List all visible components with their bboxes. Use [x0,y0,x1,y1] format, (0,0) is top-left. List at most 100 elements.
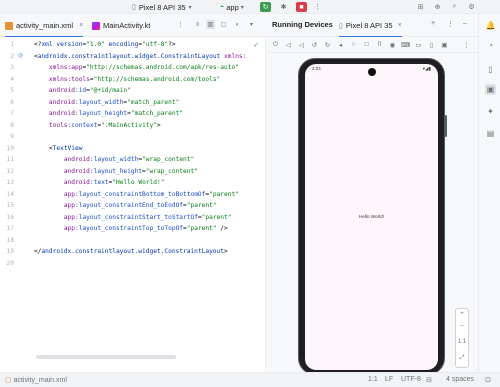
line-number: 6 [10,98,14,106]
inspection-ok-icon: ✓ [253,42,259,49]
code-line: android:id="@+id/main" [48,87,131,94]
horizontal-scrollbar[interactable] [36,355,176,359]
zoom-actual-size[interactable]: 1:1 [456,339,468,345]
file-encoding[interactable]: UTF-8 [401,376,421,383]
indent-settings[interactable]: 4 spaces [446,376,474,383]
record-icon[interactable]: ◉ [388,40,397,49]
lock-icon[interactable]: ⊡ [485,376,491,384]
home-icon[interactable]: ○ [349,40,358,49]
phone-icon: ▯ [132,4,136,11]
phone-side-button[interactable] [445,115,447,137]
indent-settings-icon[interactable]: ⊟ [426,376,432,384]
code-line: </androidx.constraintlayout.widget.Const… [34,248,228,255]
zoom-in-icon[interactable]: + [456,311,468,317]
search-icon[interactable]: ⌕ [449,2,460,12]
run-config-label: app [226,2,239,12]
line-number: 9 [10,133,14,140]
gemini-icon[interactable]: ✦ [485,106,496,117]
chevron-down-icon[interactable]: ▾ [247,20,256,29]
line-number: 3 [10,64,14,71]
profiler-icon[interactable]: ⊞ [415,2,426,12]
chevron-down-icon: ▾ [188,4,192,11]
volume-up-icon[interactable]: ◁ [284,40,293,49]
debug-button[interactable]: ✱ [278,2,289,12]
device-manager-icon[interactable]: ▯ [485,64,496,75]
settings-icon[interactable]: ⚙ [466,2,477,12]
run-config-selector[interactable]: ◓ app ▾ [220,1,244,13]
zoom-out-icon[interactable]: – [456,323,468,329]
split-view-icon[interactable]: ▥ [206,20,215,29]
kotlin-file-icon [92,21,100,30]
layout-inspector-icon[interactable]: ▣ [440,40,449,49]
tab-label: activity_main.xml [16,21,74,30]
power-icon[interactable]: ⏻ [271,40,280,49]
add-device-icon[interactable]: + [431,20,435,27]
tab-activity-main-xml[interactable]: activity_main.xml × [5,14,84,38]
code-line: <TextView [48,144,83,152]
keyboard-icon[interactable]: ⌨ [401,40,410,49]
emulator-screen[interactable]: 2:24 ▾◢▮ Hello World! [305,64,438,370]
code-line: app:layout_constraintEnd_toEndOf="parent… [63,202,217,209]
rotate-left-icon[interactable]: ↺ [310,40,319,49]
line-number: 10 [6,144,14,152]
code-line: tools:context=".MainActivity"> [48,121,161,129]
code-line: android:layout_height="wrap_content" [63,167,198,175]
device-explorer-icon[interactable]: ▤ [485,128,496,139]
close-icon[interactable]: × [79,22,83,29]
account-icon[interactable]: ⊕ [432,2,443,12]
code-line: app:layout_constraintTop_toTopOf="parent… [63,225,228,232]
stop-button[interactable]: ■ [296,2,307,12]
emulator-toolbar: ⏻ ◁ ◁ ↺ ↻ ◂ ○ □ ⌷ ◉ ⌨ ▭ ▯ ▣ ⋮ [267,37,478,53]
more-options-icon[interactable]: ⋮ [447,20,454,28]
line-number: 16 [6,213,14,221]
overview-icon[interactable]: □ [362,40,371,49]
file-breadcrumb[interactable]: ▢ activity_main.xml [5,376,67,384]
line-number: 15 [6,202,14,209]
layout-gutter-icon: ◎ [18,53,24,59]
code-line: xmlns:app="http://schemas.android.com/ap… [48,64,239,71]
design-view-icon[interactable]: ▢ [219,20,228,29]
line-number: 8 [10,121,14,129]
running-devices-header: Running Devices ▯ Pixel 8 API 35 × + ⋮ – [267,14,478,38]
minimize-icon[interactable]: – [463,20,467,27]
rotate-right-icon[interactable]: ↻ [323,40,332,49]
code-line: android:layout_width="match_parent" [48,98,180,106]
line-separator[interactable]: LF [385,376,393,383]
fold-icon[interactable]: ▭ [414,40,423,49]
editor-tab-bar: activity_main.xml × MainActivity.kt ⋮ ≡ … [0,14,266,38]
hello-world-text: Hello World! [359,214,384,219]
main-toolbar: ▯ Pixel 8 API 35 ▾ ◓ app ▾ ↻ ✱ ■ ⋮ ⊞ ⊕ ⌕… [0,0,500,14]
more-actions-icon[interactable]: ⋮ [312,2,323,12]
volume-down-icon[interactable]: ◁ [297,40,306,49]
code-line: xmlns:tools="http://schemas.android.com/… [48,75,221,83]
code-line: app:layout_constraintStart_toStartOf="pa… [63,213,232,221]
running-devices-icon[interactable]: ▣ [485,84,496,95]
right-tool-strip: 🔔 ◔ ▯ ▣ ✦ ▤ [478,14,500,372]
tab-main-activity-kt[interactable]: MainActivity.kt [92,14,150,37]
line-number: 13 [6,179,14,186]
camera-cutout [368,68,376,76]
more-tabs-icon[interactable]: ⋮ [176,20,185,29]
zoom-fit-icon[interactable]: ⤢ [456,355,468,362]
line-number: 18 [6,236,14,244]
gradle-icon[interactable]: ◔ [485,40,496,51]
status-time: 2:24 [312,66,321,71]
line-number: 5 [10,87,14,94]
tab-label: MainActivity.kt [103,21,151,30]
code-line: android:layout_width="wrap_content" [63,156,195,163]
close-icon[interactable]: × [398,22,402,29]
code-editor[interactable]: 1 2 3 4 5 6 7 8 9 10 11 12 13 14 15 16 17 18 19 20 ◎ ✓ <?xm… [0,37,266,372]
snapshot-icon[interactable]: ▯ [427,40,436,49]
back-icon[interactable]: ◂ [336,40,345,49]
code-view-icon[interactable]: ≡ [193,20,202,29]
xml-file-icon: ▢ [5,377,12,384]
notifications-icon[interactable]: 🔔 [485,20,496,31]
device-selector[interactable]: ▯ Pixel 8 API 35 ▾ [132,1,192,13]
device-tab[interactable]: ▯ Pixel 8 API 35 × [339,14,402,38]
caret-position[interactable]: 1:1 [368,376,378,383]
more-options-icon[interactable]: ⋮ [462,40,471,49]
run-button[interactable]: ↻ [260,2,271,12]
palette-icon[interactable]: ◐ [233,20,242,29]
line-number: 14 [6,190,14,198]
screenshot-icon[interactable]: ⌷ [375,40,384,49]
